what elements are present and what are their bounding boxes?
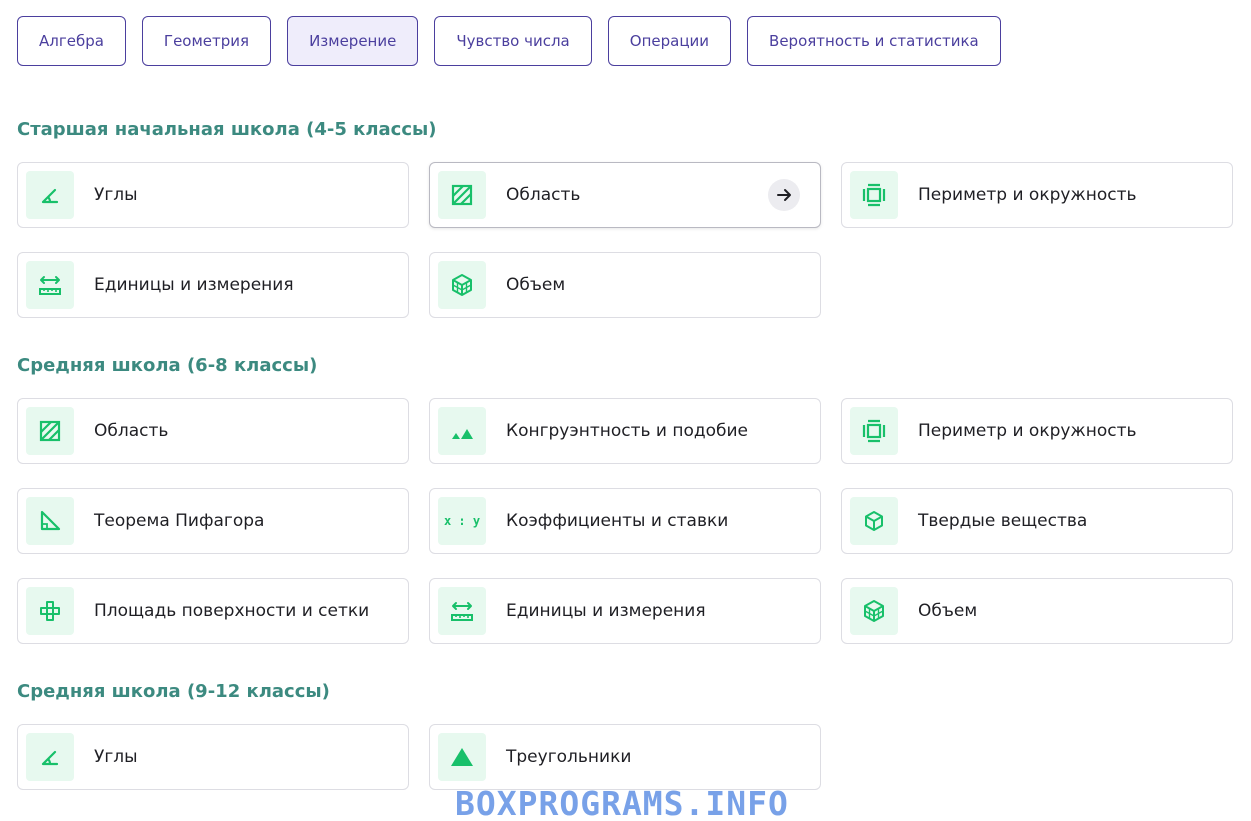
topic-label: Единицы и измерения: [94, 275, 294, 295]
topic-label: Область: [94, 421, 169, 441]
area-icon: [438, 171, 486, 219]
tab-geometry[interactable]: Геометрия: [141, 16, 272, 66]
topic-card-solids[interactable]: Твердые вещества: [841, 488, 1233, 554]
area-icon: [26, 407, 74, 455]
section-title-upper-elementary: Старшая начальная школа (4-5 классы): [17, 119, 437, 140]
topic-label: Теорема Пифагора: [94, 511, 265, 531]
topic-card-surface-area[interactable]: Площадь поверхности и сетки: [17, 578, 409, 644]
right-triangle-icon: [26, 497, 74, 545]
topic-card-perimeter[interactable]: Периметр и окружность: [841, 398, 1233, 464]
topic-label: Конгруэнтность и подобие: [506, 421, 749, 441]
triangle-icon: [438, 733, 486, 781]
tab-operations[interactable]: Операции: [607, 16, 732, 66]
similar-triangles-icon: [438, 407, 486, 455]
topic-card-angles[interactable]: Углы: [17, 162, 409, 228]
angle-icon: [26, 171, 74, 219]
cube-grid-icon: [850, 587, 898, 635]
topic-label: Периметр и окружность: [918, 421, 1137, 441]
topic-label: Коэффициенты и ставки: [506, 511, 729, 531]
topic-label: Единицы и измерения: [506, 601, 706, 621]
topic-card-ratios[interactable]: x : y Коэффициенты и ставки: [429, 488, 821, 554]
ruler-icon: [438, 587, 486, 635]
topic-card-area[interactable]: Область: [429, 162, 821, 228]
topic-card-angles[interactable]: Углы: [17, 724, 409, 790]
topic-card-volume[interactable]: Объем: [429, 252, 821, 318]
topic-card-congruence[interactable]: Конгруэнтность и подобие: [429, 398, 821, 464]
section-title-middle-school: Средняя школа (6-8 классы): [17, 355, 318, 376]
cube-grid-icon: [438, 261, 486, 309]
angle-icon: [26, 733, 74, 781]
section-title-high-school: Средняя школа (9-12 классы): [17, 681, 330, 702]
cube-icon: [850, 497, 898, 545]
topic-card-pythagorean[interactable]: Теорема Пифагора: [17, 488, 409, 554]
topic-label: Углы: [94, 747, 138, 767]
topic-label: Объем: [918, 601, 978, 621]
topic-label: Область: [506, 185, 581, 205]
net-icon: [26, 587, 74, 635]
topic-card-units[interactable]: Единицы и измерения: [17, 252, 409, 318]
tab-measurement[interactable]: Измерение: [287, 16, 419, 66]
topic-label: Периметр и окружность: [918, 185, 1137, 205]
tab-algebra[interactable]: Алгебра: [17, 16, 126, 66]
topic-card-units[interactable]: Единицы и измерения: [429, 578, 821, 644]
topic-label: Треугольники: [506, 747, 632, 767]
topic-label: Площадь поверхности и сетки: [94, 601, 370, 621]
perimeter-icon: [850, 407, 898, 455]
tab-probability-statistics[interactable]: Вероятность и статистика: [747, 16, 1001, 66]
tab-number-sense[interactable]: Чувство числа: [434, 16, 592, 66]
perimeter-icon: [850, 171, 898, 219]
topic-card-triangles[interactable]: Треугольники: [429, 724, 821, 790]
topic-label: Твердые вещества: [918, 511, 1088, 531]
topic-label: Объем: [506, 275, 566, 295]
topic-card-area[interactable]: Область: [17, 398, 409, 464]
topic-card-volume[interactable]: Объем: [841, 578, 1233, 644]
ratio-icon: x : y: [438, 497, 486, 545]
ruler-icon: [26, 261, 74, 309]
arrow-right-icon[interactable]: [768, 179, 800, 211]
subject-tabs: Алгебра Геометрия Измерение Чувство числ…: [17, 16, 1001, 66]
topic-card-perimeter[interactable]: Периметр и окружность: [841, 162, 1233, 228]
topic-label: Углы: [94, 185, 138, 205]
watermark: BOXPROGRAMS.INFO: [455, 784, 789, 821]
